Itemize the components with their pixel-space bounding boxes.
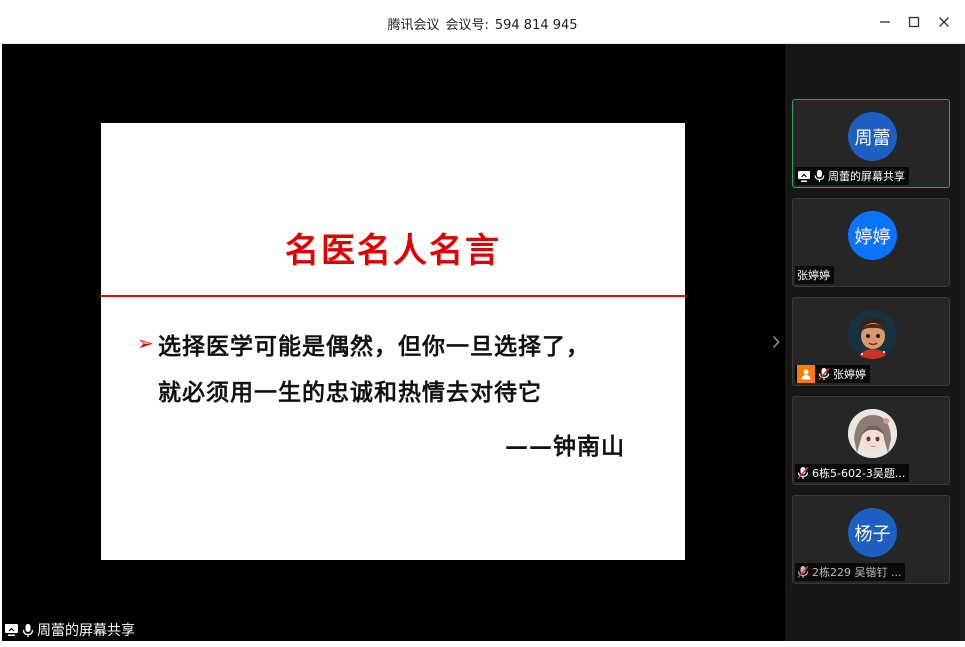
avatar: [848, 409, 897, 458]
screen-share-icon: [797, 170, 811, 183]
participant-tile[interactable]: 6栋5-602-3吴题...: [792, 396, 950, 485]
participant-label: 2栋229 吴锴钉 ...: [795, 563, 906, 581]
participant-panel: 周蕾 周蕾的屏幕共享 婷婷 张婷婷 张婷婷 6栋5-602-3吴题... 杨子 …: [785, 44, 960, 641]
meeting-id-label: 会议号:: [445, 18, 489, 33]
maximize-button[interactable]: [904, 12, 924, 32]
mic-on-icon: [22, 623, 34, 638]
mic-muted-icon: [797, 565, 809, 579]
participant-label: 周蕾的屏幕共享: [795, 167, 909, 185]
participant-tile[interactable]: 周蕾 周蕾的屏幕共享: [792, 99, 950, 188]
chevron-right-icon: [772, 336, 780, 348]
mic-muted-icon: [797, 466, 809, 480]
participant-tile[interactable]: 张婷婷: [792, 297, 950, 386]
bullet-arrow-icon: ➢: [137, 331, 154, 355]
panel-toggle-button[interactable]: [769, 332, 783, 352]
participant-name: 6栋5-602-3吴题...: [812, 467, 906, 480]
window-bottom-border: [0, 641, 965, 647]
participant-label: 张婷婷: [795, 365, 870, 383]
close-icon: [939, 17, 949, 27]
slide-author: ——钟南山: [505, 433, 625, 460]
maximize-icon: [908, 16, 920, 28]
avatar: 周蕾: [848, 112, 897, 161]
slide-quote-line2: 就必须用一生的忠诚和热情去对待它: [158, 379, 542, 406]
participant-label: 张婷婷: [795, 266, 834, 284]
slide-divider: [101, 295, 685, 297]
window-title: 腾讯会议 会议号: 594 814 945: [0, 14, 965, 33]
minimize-icon: [880, 21, 890, 23]
slide-title: 名医名人名言: [285, 231, 501, 271]
anime-avatar-image: [848, 409, 897, 458]
participant-label: 6栋5-602-3吴题...: [795, 464, 910, 482]
presentation-slide: 名医名人名言 ➢ 选择医学可能是偶然，但你一旦选择了， 就必须用一生的忠诚和热情…: [101, 123, 685, 560]
host-icon: [797, 365, 815, 383]
minimize-button[interactable]: [875, 12, 895, 32]
participant-name: 2栋229 吴锴钉 ...: [812, 566, 902, 579]
avatar: [848, 310, 897, 359]
mic-on-icon: [814, 169, 825, 183]
avatar: 婷婷: [848, 211, 897, 260]
cartoon-avatar-image: [848, 310, 897, 359]
app-name: 腾讯会议: [387, 18, 440, 33]
participant-name: 张婷婷: [797, 269, 830, 282]
meeting-id: 594 814 945: [494, 18, 578, 33]
slide-quote-line1: 选择医学可能是偶然，但你一旦选择了，: [158, 333, 590, 360]
participant-name: 张婷婷: [833, 368, 866, 381]
avatar: 杨子: [848, 508, 897, 557]
mic-muted-icon: [818, 367, 830, 381]
screen-share-indicator: 周蕾的屏幕共享: [4, 619, 135, 641]
shared-screen-view[interactable]: 名医名人名言 ➢ 选择医学可能是偶然，但你一旦选择了， 就必须用一生的忠诚和热情…: [2, 44, 785, 641]
participant-name: 周蕾的屏幕共享: [828, 170, 905, 183]
close-button[interactable]: [934, 12, 954, 32]
participant-tile[interactable]: 杨子 2栋229 吴锴钉 ...: [792, 495, 950, 584]
window-titlebar: 腾讯会议 会议号: 594 814 945: [0, 0, 965, 44]
panel-scrollbar[interactable]: [960, 44, 965, 641]
screen-share-label: 周蕾的屏幕共享: [37, 623, 135, 639]
participant-tile[interactable]: 婷婷 张婷婷: [792, 198, 950, 287]
screen-share-icon: [4, 623, 19, 637]
